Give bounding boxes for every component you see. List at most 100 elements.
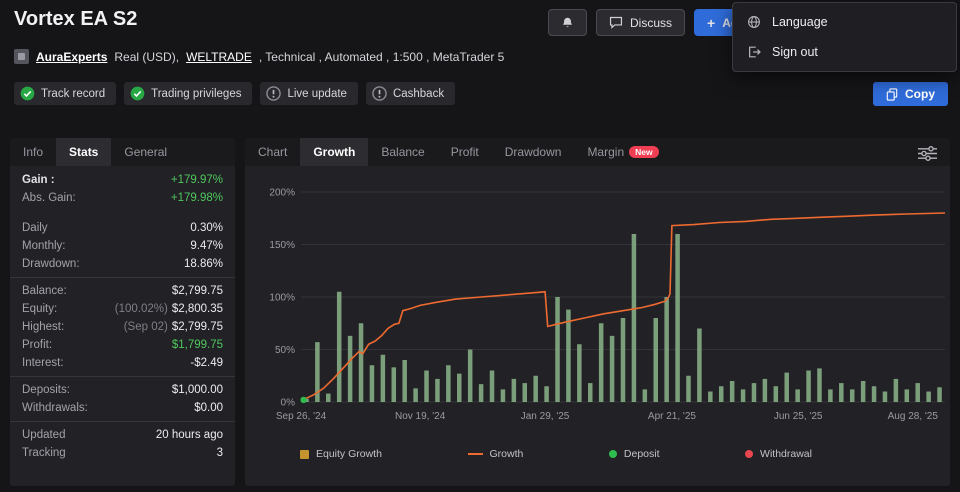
chart-tab-growth[interactable]: Growth — [300, 138, 368, 166]
tab-label: Stats — [69, 145, 98, 159]
exclamation-circle-icon — [266, 86, 281, 101]
stat-row-highest: Highest: (Sep 02)$2,799.75 — [10, 318, 235, 336]
author-link[interactable]: AuraExperts — [36, 50, 107, 64]
menu-item-label: Sign out — [772, 45, 818, 59]
discuss-button[interactable]: Discuss — [596, 9, 685, 36]
equity-growth-bar — [774, 386, 779, 402]
equity-growth-bar — [817, 368, 822, 402]
legend-item-deposit[interactable]: Deposit — [609, 448, 660, 460]
tab-label: Drawdown — [505, 145, 562, 159]
y-tick-label: 100% — [269, 293, 295, 304]
badge-label: Cashback — [393, 88, 444, 100]
badge-live-update: Live update — [260, 82, 357, 105]
stat-value: 9.47% — [190, 239, 223, 254]
signout-icon — [747, 45, 761, 59]
stat-value: (Sep 02)$2,799.75 — [124, 320, 223, 335]
divider — [10, 376, 235, 377]
stat-label: Highest: — [22, 320, 64, 335]
stat-label: Interest: — [22, 356, 64, 371]
badge-label: Live update — [287, 88, 346, 100]
deposit-marker — [300, 397, 306, 403]
equity-growth-bar — [501, 389, 506, 402]
menu-item-language[interactable]: Language — [733, 7, 956, 37]
menu-item-label: Language — [772, 15, 828, 29]
tab-info[interactable]: Info — [10, 138, 56, 166]
stat-value: 18.86% — [184, 257, 223, 272]
copy-label: Copy — [905, 87, 935, 101]
equity-growth-bar — [697, 329, 702, 403]
equity-growth-bar — [435, 379, 440, 402]
chart-tab-drawdown[interactable]: Drawdown — [492, 138, 575, 166]
tab-general[interactable]: General — [111, 138, 180, 166]
badge-cashback: Cashback — [366, 82, 455, 105]
equity-growth-bar — [533, 376, 538, 402]
stat-row-deposits: Deposits:$1,000.00 — [10, 381, 235, 399]
stat-value-muted: (Sep 02) — [124, 321, 168, 333]
stat-row-tracking: Tracking3 — [10, 444, 235, 462]
legend-label: Withdrawal — [760, 448, 812, 460]
stat-label: Abs. Gain: — [22, 191, 76, 206]
stat-row-balance: Balance:$2,799.75 — [10, 282, 235, 300]
stat-row-drawdown: Drawdown:18.86% — [10, 255, 235, 273]
x-tick-label: Apr 21, '25 — [648, 411, 696, 422]
notifications-button[interactable] — [548, 9, 587, 36]
broker-link[interactable]: WELTRADE — [186, 50, 252, 64]
tab-label: Margin — [587, 145, 624, 159]
menu-item-sign-out[interactable]: Sign out — [733, 37, 956, 67]
legend-marker — [745, 450, 753, 458]
legend-item-equity-growth[interactable]: Equity Growth — [300, 448, 382, 460]
copy-icon — [886, 88, 898, 101]
tab-label: Info — [23, 145, 43, 159]
stat-value: $0.00 — [194, 401, 223, 416]
equity-growth-bar — [806, 371, 811, 403]
equity-growth-bar — [446, 365, 451, 402]
new-badge: New — [629, 146, 658, 159]
tab-label: Growth — [313, 145, 355, 159]
x-tick-label: Aug 28, '25 — [888, 411, 939, 422]
account-suffix: , Technical , Automated , 1:500 , MetaTr… — [259, 50, 504, 64]
chart-tab-chart[interactable]: Chart — [245, 138, 300, 166]
stat-row-withdrawals: Withdrawals:$0.00 — [10, 399, 235, 417]
equity-growth-bar — [795, 389, 800, 402]
equity-growth-bar — [915, 383, 920, 402]
stat-value: (100.02%)$2,800.35 — [115, 302, 223, 317]
chart-panel: Chart Growth Balance Profit Drawdown Margin Ne… — [245, 138, 950, 486]
stat-value: 3 — [217, 446, 223, 461]
stat-value: $1,000.00 — [172, 383, 223, 398]
check-circle-icon — [130, 86, 145, 101]
equity-growth-bar — [468, 350, 473, 403]
growth-chart[interactable]: 0%50%100%150%200%Sep 26, '24Nov 19, '24J… — [245, 174, 950, 426]
badge-trading-privileges: Trading privileges — [124, 82, 252, 105]
stat-row-monthly: Monthly:9.47% — [10, 237, 235, 255]
legend-item-growth[interactable]: Growth — [468, 448, 524, 460]
tab-stats[interactable]: Stats — [56, 138, 111, 166]
chart-settings-button[interactable] — [916, 144, 939, 166]
globe-icon — [747, 15, 761, 29]
badge-label: Trading privileges — [151, 88, 241, 100]
chart-tab-balance[interactable]: Balance — [368, 138, 437, 166]
equity-growth-bar — [337, 292, 342, 402]
y-tick-label: 150% — [269, 240, 295, 251]
equity-growth-bar — [894, 379, 899, 402]
stat-row-profit: Profit:$1,799.75 — [10, 336, 235, 354]
account-prefix: Real (USD), — [114, 50, 179, 64]
account-summary: AuraExperts Real (USD), WELTRADE , Techn… — [14, 49, 504, 64]
stat-value: 20 hours ago — [156, 428, 223, 443]
stat-value-muted: (100.02%) — [115, 303, 168, 315]
tab-label: Profit — [451, 145, 479, 159]
stat-label: Daily — [22, 221, 48, 236]
discuss-label: Discuss — [630, 16, 672, 30]
chart-tab-profit[interactable]: Profit — [438, 138, 492, 166]
copy-button[interactable]: Copy — [873, 82, 948, 106]
equity-growth-bar — [588, 383, 593, 402]
stat-row-equity: Equity:(100.02%)$2,800.35 — [10, 300, 235, 318]
equity-growth-bar — [937, 387, 942, 402]
chart-tab-margin[interactable]: Margin New — [574, 138, 671, 166]
equity-growth-bar — [577, 344, 582, 402]
stat-label: Updated — [22, 428, 65, 443]
equity-growth-bar — [883, 392, 888, 403]
legend-label: Growth — [490, 448, 524, 460]
legend-item-withdrawal[interactable]: Withdrawal — [745, 448, 812, 460]
equity-growth-bar — [719, 386, 724, 402]
stat-row-updated: Updated 20 hours ago — [10, 426, 235, 444]
